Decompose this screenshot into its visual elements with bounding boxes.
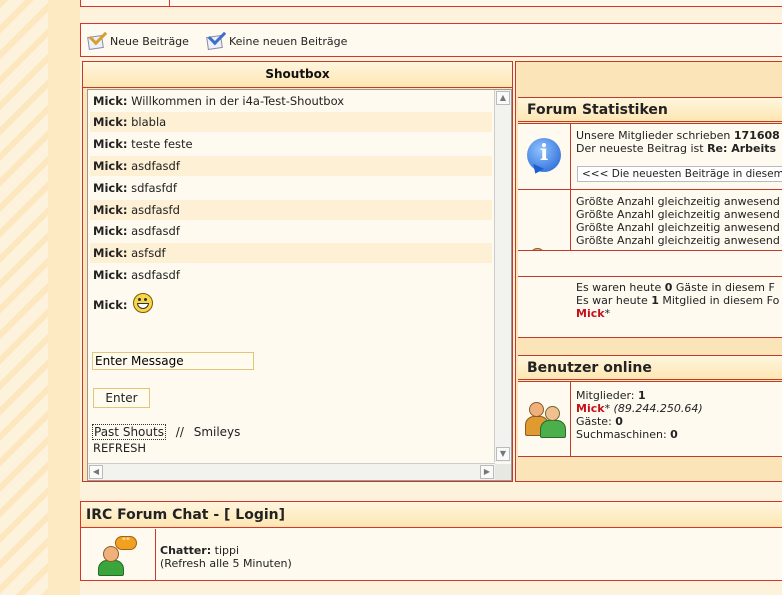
shout-text: asdfasfd — [131, 203, 180, 217]
stats-max-row: Größte Anzahl gleichzeitig anwesend Größ… — [518, 189, 782, 337]
vertical-scrollbar[interactable]: ▲ ▼ — [494, 90, 511, 462]
max-online-line: Größte Anzahl gleichzeitig anwesend — [576, 195, 780, 208]
scroll-up-icon[interactable]: ▲ — [496, 91, 510, 105]
online-bots-line: Suchmaschinen: 0 — [576, 428, 678, 441]
shout-user[interactable]: Mick: — [93, 181, 127, 195]
irc-chat-info: Chatter: tippi (Refresh alle 5 Minuten) — [160, 544, 292, 570]
grin-smiley-icon — [133, 293, 154, 313]
previous-table-remnant — [80, 0, 782, 7]
shout-text: blabla — [131, 115, 167, 129]
horizontal-scrollbar[interactable]: ◀ ▶ — [88, 463, 495, 480]
new-posts-icon — [87, 26, 108, 50]
refresh-link[interactable]: REFRESH — [93, 441, 146, 455]
today-member: Mick* — [576, 307, 611, 320]
newest-line: Der neueste Beitrag ist Re: Arbeits — [576, 142, 777, 155]
posts-line: Unsere Mitglieder schrieben 171608 — [576, 129, 780, 142]
stats-posts-row: i Unsere Mitglieder schrieben 171608 Der… — [518, 123, 782, 189]
shout-message: Mick: blabla — [90, 112, 492, 132]
online-members-line: Mitglieder: 1 — [576, 389, 646, 402]
users-online-title: Benutzer online — [518, 355, 782, 380]
posts-count: 171608 — [733, 129, 780, 142]
shout-user[interactable]: Mick: — [93, 224, 127, 238]
background-strip — [48, 0, 80, 595]
max-online-line: Größte Anzahl gleichzeitig anwesend — [576, 221, 780, 234]
post-legend: Neue Beiträge Keine neuen Beiträge — [80, 23, 782, 57]
users-online-row: Mitglieder: 1 Mick* (89.244.250.64) Gäst… — [518, 381, 782, 457]
legend-new-posts: Neue Beiträge — [87, 26, 189, 50]
scrollbar-corner — [495, 464, 511, 480]
links-separator: // — [175, 425, 184, 439]
irc-chat-panel: IRC Forum Chat - [ Login] "" Chatter: ti… — [80, 501, 782, 581]
legend-no-new-posts: Keine neuen Beiträge — [206, 26, 348, 50]
chatter-name: tippi — [211, 544, 240, 557]
shout-message: Mick: asdfasfd — [90, 200, 492, 220]
shout-message-input[interactable] — [92, 352, 254, 370]
today-member-link[interactable]: Mick — [576, 307, 605, 320]
newest-posts-button[interactable]: <<< Die neuesten Beiträge in diesem — [577, 166, 782, 182]
shout-message: Mick: sdfasfdf — [90, 178, 492, 198]
info-icon: i — [527, 138, 561, 172]
newest-post-link[interactable]: Re: Arbeits — [707, 142, 776, 155]
shoutbox-panel: Shoutbox Mick: Willkommen in der i4a-Tes… — [82, 61, 513, 482]
online-user-link[interactable]: Mick — [576, 402, 605, 415]
shout-user[interactable]: Mick: — [93, 203, 127, 217]
members-today-line: Es war heute 1 Mitglied in diesem Fo — [576, 294, 780, 307]
shout-text: asfsdf — [131, 246, 166, 260]
shout-user[interactable]: Mick: — [93, 115, 127, 129]
shout-text: asdfasdf — [131, 224, 180, 238]
stats-today-row: Es waren heute 0 Gäste in diesem F Es wa… — [518, 276, 782, 338]
shout-message: Mick: asfsdf — [90, 243, 492, 263]
shout-text: asdfasdf — [131, 268, 180, 282]
shout-message: Mick: Willkommen in der i4a-Test-Shoutbo… — [90, 91, 492, 111]
online-guests-line: Gäste: 0 — [576, 415, 623, 428]
shout-user[interactable]: Mick: — [93, 137, 127, 151]
scroll-left-icon[interactable]: ◀ — [89, 465, 103, 479]
shout-message: Mick: asdfasdf — [90, 156, 492, 176]
guests-today-line: Es waren heute 0 Gäste in diesem F — [576, 281, 775, 294]
shout-user[interactable]: Mick: — [93, 94, 127, 108]
chatter-icon: "" — [95, 536, 139, 576]
shout-message: Mick: — [90, 292, 492, 318]
irc-chat-title[interactable]: IRC Forum Chat - [ Login] — [81, 502, 782, 528]
irc-icon-cell: "" — [81, 529, 156, 581]
shoutbox-links: Past Shouts // Smileys — [92, 424, 241, 440]
max-online-line: Größte Anzahl gleichzeitig anwesend — [576, 208, 780, 221]
shout-text: sdfasfdf — [131, 181, 177, 195]
forum-stats-title: Forum Statistiken — [518, 97, 782, 122]
users-online-icon — [525, 400, 566, 438]
background-pattern — [0, 0, 48, 595]
shout-text: teste feste — [131, 137, 193, 151]
shout-enter-button[interactable]: Enter — [93, 388, 150, 408]
shout-user[interactable]: Mick: — [93, 298, 127, 312]
max-online-line: Größte Anzahl gleichzeitig anwesend — [576, 234, 780, 247]
past-shouts-link[interactable]: Past Shouts — [92, 424, 166, 440]
shout-user[interactable]: Mick: — [93, 268, 127, 282]
shoutbox-content: Mick: Willkommen in der i4a-Test-Shoutbo… — [87, 89, 512, 481]
shout-text: asdfasdf — [131, 159, 180, 173]
shout-message: Mick: asdfasdf — [90, 221, 492, 241]
online-user-line: Mick* (89.244.250.64) — [576, 402, 703, 415]
smileys-link[interactable]: Smileys — [194, 425, 241, 439]
shout-message: Mick: asdfasdf — [90, 265, 492, 285]
legend-new-posts-label: Neue Beiträge — [110, 34, 189, 48]
chatter-label: Chatter: — [160, 544, 212, 557]
no-new-posts-icon — [206, 26, 227, 50]
online-icon-cell — [518, 382, 571, 456]
stats-posts-icon-cell: i — [518, 124, 571, 189]
scroll-down-icon[interactable]: ▼ — [496, 447, 510, 461]
shoutbox-title: Shoutbox — [83, 62, 512, 88]
right-column: Forum Statistiken i Unsere Mitglieder sc… — [515, 61, 782, 482]
online-user-ip: (89.244.250.64) — [610, 402, 703, 415]
shout-message: Mick: teste feste — [90, 134, 492, 154]
shout-user[interactable]: Mick: — [93, 246, 127, 260]
scroll-right-icon[interactable]: ▶ — [480, 465, 494, 479]
stats-spacer-row — [518, 250, 782, 276]
shout-text: Willkommen in der i4a-Test-Shoutbox — [131, 94, 345, 108]
shout-user[interactable]: Mick: — [93, 159, 127, 173]
legend-no-new-posts-label: Keine neuen Beiträge — [229, 34, 348, 48]
irc-refresh-note: (Refresh alle 5 Minuten) — [160, 557, 292, 570]
